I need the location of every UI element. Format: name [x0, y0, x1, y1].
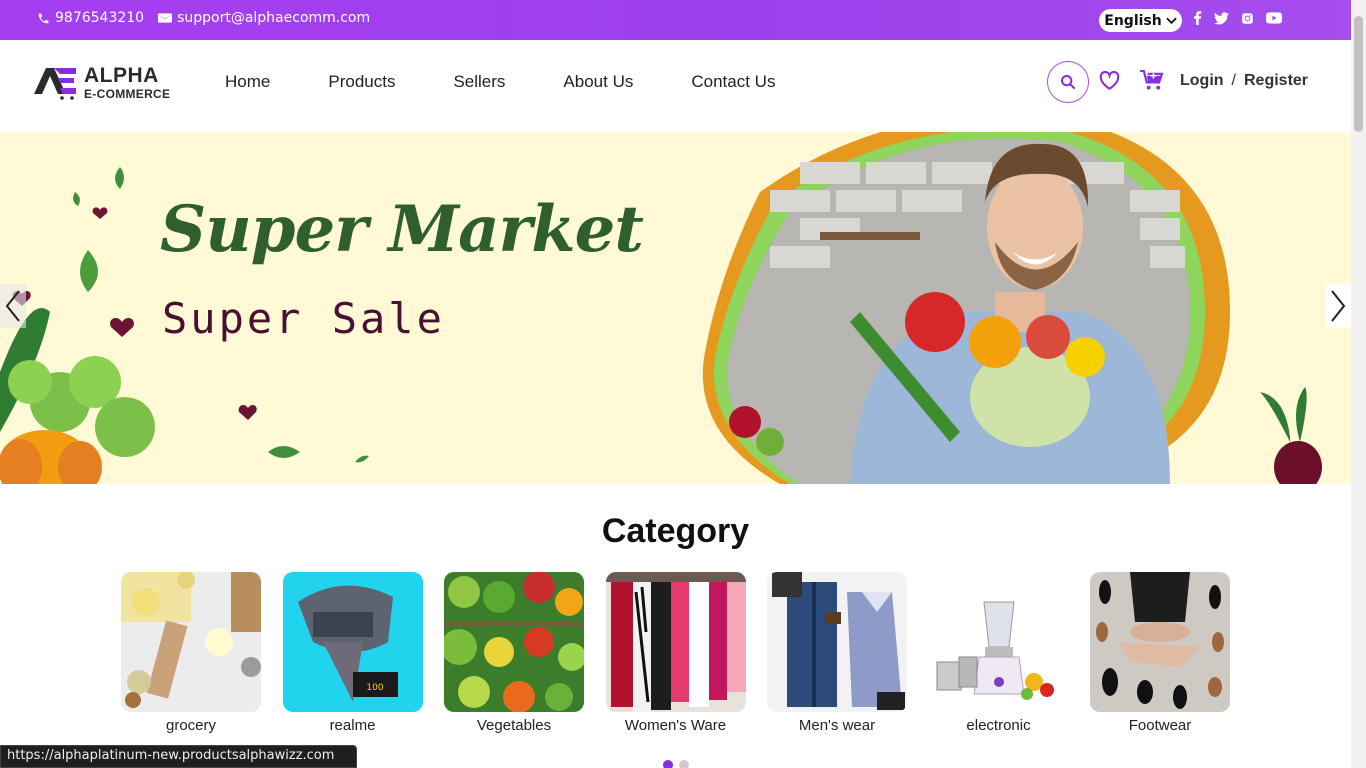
- nav-home[interactable]: Home: [225, 72, 270, 92]
- category-label: Footwear: [1128, 717, 1192, 734]
- category-card-mens-wear[interactable]: Men's wear: [767, 572, 907, 734]
- category-card-womens-ware[interactable]: Women's Ware: [605, 572, 746, 734]
- hero-title: Super Market: [160, 192, 644, 267]
- category-card-vegetables[interactable]: Vegetables: [444, 572, 584, 734]
- category-card-realme[interactable]: 100 realme: [282, 572, 423, 734]
- category-image-mens-wear[interactable]: [767, 572, 907, 712]
- category-image-footwear[interactable]: [1090, 572, 1230, 712]
- nav-about-us[interactable]: About Us: [563, 72, 633, 92]
- logo-line1: ALPHA: [84, 63, 159, 87]
- category-label: realme: [329, 717, 376, 734]
- cart-icon: [1140, 69, 1164, 90]
- category-card-grocery[interactable]: grocery: [121, 572, 261, 734]
- pagination-dot-2[interactable]: [679, 760, 689, 768]
- main-header: ALPHA E-COMMERCE Home Products Sellers A…: [0, 40, 1351, 132]
- category-card-electronic[interactable]: electronic: [928, 572, 1069, 734]
- chevron-right-icon: [1331, 290, 1346, 322]
- category-label: Women's Ware: [624, 717, 727, 734]
- category-heading: Category: [601, 512, 750, 550]
- category-image-electronic[interactable]: [928, 572, 1069, 712]
- wishlist-button[interactable]: [1099, 70, 1120, 94]
- contact-info: 9876543210 support@alphaecomm.com: [37, 10, 370, 26]
- facebook-icon[interactable]: [1193, 11, 1202, 25]
- category-label: grocery: [165, 717, 217, 734]
- hero-banner[interactable]: Super Market Super Sale: [0, 132, 1351, 484]
- language-value: English: [1104, 12, 1162, 29]
- logo-line2: E-COMMERCE: [84, 86, 171, 101]
- instagram-icon[interactable]: [1241, 12, 1254, 25]
- link-status-bar: https://alphaplatinum-new.productsalphaw…: [0, 745, 357, 768]
- logo-text: ALPHA E-COMMERCE: [84, 65, 170, 100]
- twitter-icon[interactable]: [1214, 11, 1229, 25]
- logo-mark-icon: [34, 68, 76, 100]
- cart-button[interactable]: [1140, 69, 1164, 95]
- category-image-grocery[interactable]: [121, 572, 261, 712]
- scrollbar-thumb[interactable]: [1354, 16, 1363, 132]
- search-icon: [1061, 75, 1076, 90]
- heart-icon: [1099, 70, 1120, 90]
- phone-link[interactable]: 9876543210: [37, 10, 144, 26]
- category-card-footwear[interactable]: Footwear: [1090, 572, 1230, 734]
- social-links: [1193, 11, 1282, 25]
- youtube-icon[interactable]: [1266, 12, 1282, 24]
- nav-contact-us[interactable]: Contact Us: [691, 72, 775, 92]
- chevron-left-icon: [5, 290, 20, 322]
- category-label: Vegetables: [476, 717, 552, 734]
- category-carousel: grocery 100 realme Vegetables Women's Wa…: [121, 572, 1252, 734]
- auth-links: Login / Register: [1180, 72, 1308, 90]
- email-link[interactable]: support@alphaecomm.com: [158, 10, 370, 26]
- phone-number: 9876543210: [55, 10, 145, 26]
- nav-sellers[interactable]: Sellers: [453, 72, 505, 92]
- carousel-next-button[interactable]: [1325, 284, 1351, 328]
- svg-text:100: 100: [366, 683, 383, 693]
- category-label: electronic: [966, 717, 1031, 734]
- chevron-down-icon: [1165, 17, 1177, 24]
- phone-icon: [38, 13, 49, 23]
- main-nav: Home Products Sellers About Us Contact U…: [225, 72, 833, 92]
- email-address: support@alphaecomm.com: [177, 10, 371, 26]
- nav-products[interactable]: Products: [328, 72, 395, 92]
- login-link[interactable]: Login: [1180, 72, 1224, 90]
- category-label: Men's wear: [798, 717, 876, 734]
- carousel-pagination: [663, 760, 689, 768]
- language-select[interactable]: English: [1099, 9, 1182, 32]
- page-scrollbar[interactable]: [1351, 0, 1366, 768]
- auth-separator: /: [1231, 72, 1236, 89]
- category-image-womens-ware[interactable]: [605, 572, 746, 712]
- register-link[interactable]: Register: [1244, 72, 1308, 90]
- top-bar: 9876543210 support@alphaecomm.com Englis…: [0, 0, 1351, 40]
- category-image-realme[interactable]: 100: [282, 572, 423, 712]
- envelope-icon: [158, 13, 173, 23]
- pagination-dot-1[interactable]: [663, 760, 673, 768]
- search-button[interactable]: [1047, 61, 1089, 103]
- category-image-vegetables[interactable]: [444, 572, 584, 712]
- carousel-prev-button[interactable]: [0, 284, 26, 328]
- site-logo[interactable]: ALPHA E-COMMERCE: [32, 64, 170, 100]
- hero-subtitle: Super Sale: [162, 294, 445, 343]
